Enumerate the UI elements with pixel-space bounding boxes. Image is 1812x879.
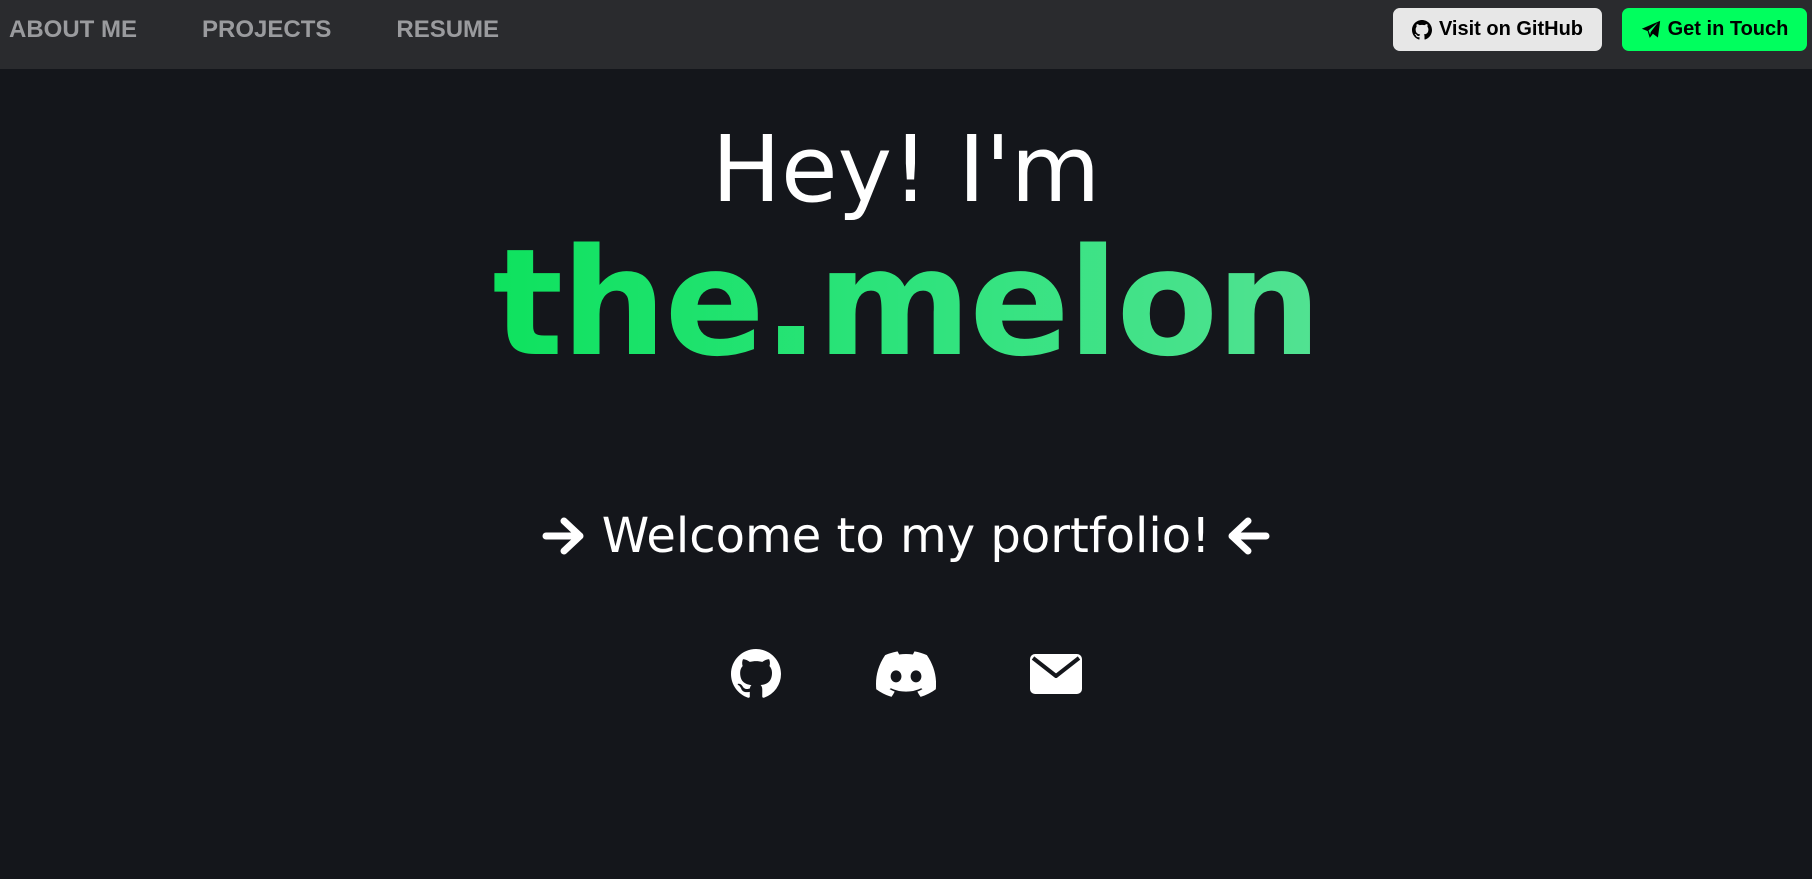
- hero-name: the.melon: [0, 218, 1812, 388]
- main-nav: ABOUT ME PROJECTS RESUME: [9, 0, 564, 59]
- top-navbar: ABOUT ME PROJECTS RESUME Visit on GitHub…: [0, 0, 1812, 69]
- nav-item-projects[interactable]: PROJECTS: [202, 16, 331, 44]
- hero-greeting: Hey! I'm: [711, 116, 1101, 223]
- welcome-text: Welcome to my portfolio!: [601, 508, 1211, 564]
- paper-plane-icon: [1641, 20, 1660, 38]
- social-discord-link[interactable]: [876, 646, 936, 702]
- nav-item-resume[interactable]: RESUME: [396, 16, 499, 44]
- social-email-link[interactable]: [1026, 646, 1086, 702]
- arrow-right-icon: [542, 517, 584, 555]
- hero-name-text: the.melon: [492, 217, 1321, 389]
- social-github-link[interactable]: [726, 646, 786, 702]
- get-in-touch-button[interactable]: Get in Touch: [1622, 8, 1807, 51]
- envelope-icon: [1030, 654, 1082, 694]
- github-icon: [1411, 19, 1432, 40]
- discord-icon: [876, 651, 936, 697]
- arrow-left-icon: [1228, 517, 1270, 555]
- social-links: [0, 646, 1812, 702]
- get-in-touch-label: Get in Touch: [1667, 18, 1789, 40]
- github-icon: [731, 649, 781, 698]
- visit-github-label: Visit on GitHub: [1438, 18, 1584, 40]
- nav-item-about-me[interactable]: ABOUT ME: [9, 16, 137, 44]
- visit-github-button[interactable]: Visit on GitHub: [1393, 8, 1602, 51]
- welcome-line: Welcome to my portfolio!: [0, 504, 1812, 568]
